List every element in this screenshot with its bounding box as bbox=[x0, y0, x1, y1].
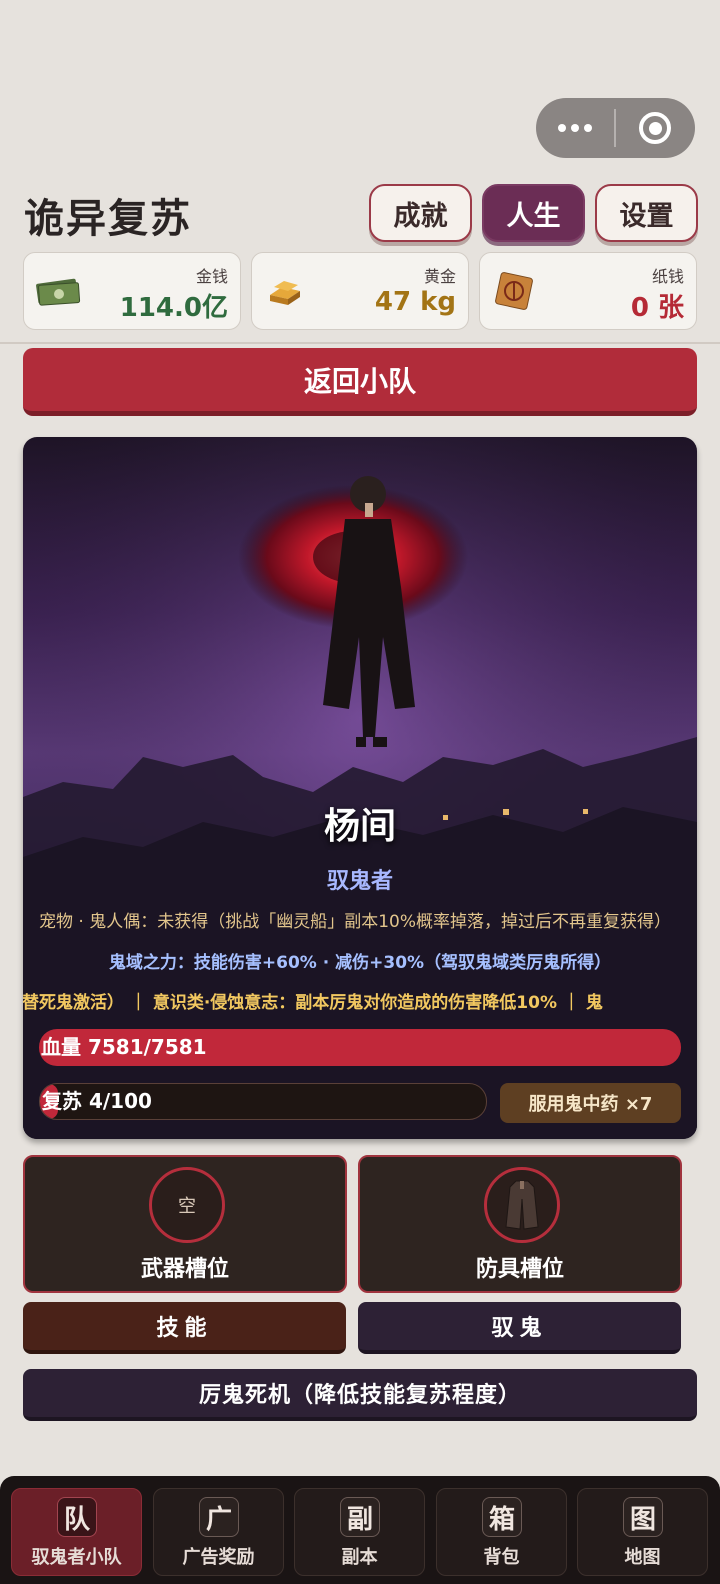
trait-ticker: （替死鬼激活） ｜ 意识类·侵蚀意志：副本厉鬼对你造成的伤害降低10% ｜ 鬼 bbox=[23, 988, 697, 1018]
tab-team-label: 驭鬼者小队 bbox=[31, 1547, 122, 1568]
tab-backpack-label: 背包 bbox=[483, 1547, 520, 1568]
header-divider bbox=[0, 342, 720, 344]
revive-text: 复苏 4/100 bbox=[42, 1089, 152, 1113]
armor-slot-circle bbox=[484, 1167, 560, 1243]
tab-map[interactable]: 图 地图 bbox=[577, 1488, 708, 1576]
dungeon-icon: 副 bbox=[340, 1497, 380, 1537]
paper-money-label: 纸钱 bbox=[651, 267, 684, 286]
paper-money-icon bbox=[495, 272, 533, 310]
game-title: 诡异复苏 bbox=[24, 196, 192, 242]
backpack-icon: 箱 bbox=[482, 1497, 522, 1537]
armor-slot-label: 防具槽位 bbox=[475, 1257, 564, 1282]
more-options-icon[interactable] bbox=[536, 98, 614, 158]
tab-ad-rewards-label: 广告奖励 bbox=[182, 1547, 255, 1568]
hero-class: 驭鬼者 bbox=[326, 869, 393, 894]
weapon-slot-circle: 空 bbox=[149, 1167, 225, 1243]
miniprogram-capsule bbox=[536, 98, 695, 158]
bottom-tab-bar: 队 驭鬼者小队 广 广告奖励 副 副本 箱 背包 图 地图 bbox=[0, 1476, 720, 1584]
team-icon: 队 bbox=[57, 1497, 97, 1537]
gold-value: 47 kg bbox=[374, 287, 456, 317]
money-value: 114.0亿 bbox=[119, 293, 228, 323]
control-ghost-button[interactable]: 驭鬼 bbox=[358, 1302, 681, 1354]
life-button[interactable]: 人生 bbox=[482, 184, 585, 242]
weapon-slot-label: 武器槽位 bbox=[140, 1257, 229, 1282]
close-miniprogram-icon[interactable] bbox=[616, 98, 694, 158]
hero-name: 杨间 bbox=[323, 806, 396, 847]
hp-bar: 血量 7581/7581 bbox=[39, 1029, 681, 1066]
gold-label: 黄金 bbox=[423, 267, 456, 286]
achievements-button[interactable]: 成就 bbox=[369, 184, 472, 242]
resource-paper-money: 纸钱 0 张 bbox=[479, 252, 697, 330]
tab-map-label: 地图 bbox=[624, 1547, 661, 1568]
armor-slot[interactable]: 防具槽位 bbox=[358, 1155, 682, 1293]
tab-backpack[interactable]: 箱 背包 bbox=[436, 1488, 567, 1576]
weapon-slot[interactable]: 空 武器槽位 bbox=[23, 1155, 347, 1293]
cash-icon bbox=[36, 278, 81, 306]
resource-money: 金钱 114.0亿 bbox=[23, 252, 241, 330]
hero-card: 杨间 驭鬼者 宠物 · 鬼人偶：未获得（挑战「幽灵船」副本10%概率掉落，掉过后… bbox=[23, 437, 697, 1139]
ghost-domain-info: 鬼域之力：技能伤害+60% · 减伤+30%（驾驭鬼域类厉鬼所得） bbox=[108, 953, 612, 973]
settings-button[interactable]: 设置 bbox=[595, 184, 698, 242]
ad-icon: 广 bbox=[199, 1497, 239, 1537]
tab-dungeon[interactable]: 副 副本 bbox=[294, 1488, 425, 1576]
coat-armor-icon bbox=[505, 1180, 539, 1230]
pet-info: 宠物 · 鬼人偶：未获得（挑战「幽灵船」副本10%概率掉落，掉过后不再重复获得） bbox=[39, 912, 671, 932]
resource-gold: 黄金 47 kg bbox=[251, 252, 469, 330]
trait-text: （替死鬼激活） ｜ 意识类·侵蚀意志：副本厉鬼对你造成的伤害降低10% ｜ 鬼 bbox=[23, 993, 603, 1013]
tab-ad-rewards[interactable]: 广 广告奖励 bbox=[153, 1488, 284, 1576]
tab-dungeon-label: 副本 bbox=[341, 1547, 378, 1568]
ghost-deathtrap-button[interactable]: 厉鬼死机（降低技能复苏程度） bbox=[23, 1369, 697, 1421]
skill-button[interactable]: 技能 bbox=[23, 1302, 346, 1354]
paper-money-value: 0 张 bbox=[630, 293, 684, 323]
tab-team[interactable]: 队 驭鬼者小队 bbox=[11, 1488, 142, 1576]
revive-bar: 复苏 4/100 bbox=[39, 1083, 487, 1120]
map-icon: 图 bbox=[623, 1497, 663, 1537]
take-ghost-medicine-button[interactable]: 服用鬼中药 ×7 bbox=[500, 1083, 681, 1123]
back-to-team-button[interactable]: 返回小队 bbox=[23, 348, 697, 416]
money-label: 金钱 bbox=[195, 267, 228, 286]
gold-bar-icon bbox=[270, 281, 300, 305]
